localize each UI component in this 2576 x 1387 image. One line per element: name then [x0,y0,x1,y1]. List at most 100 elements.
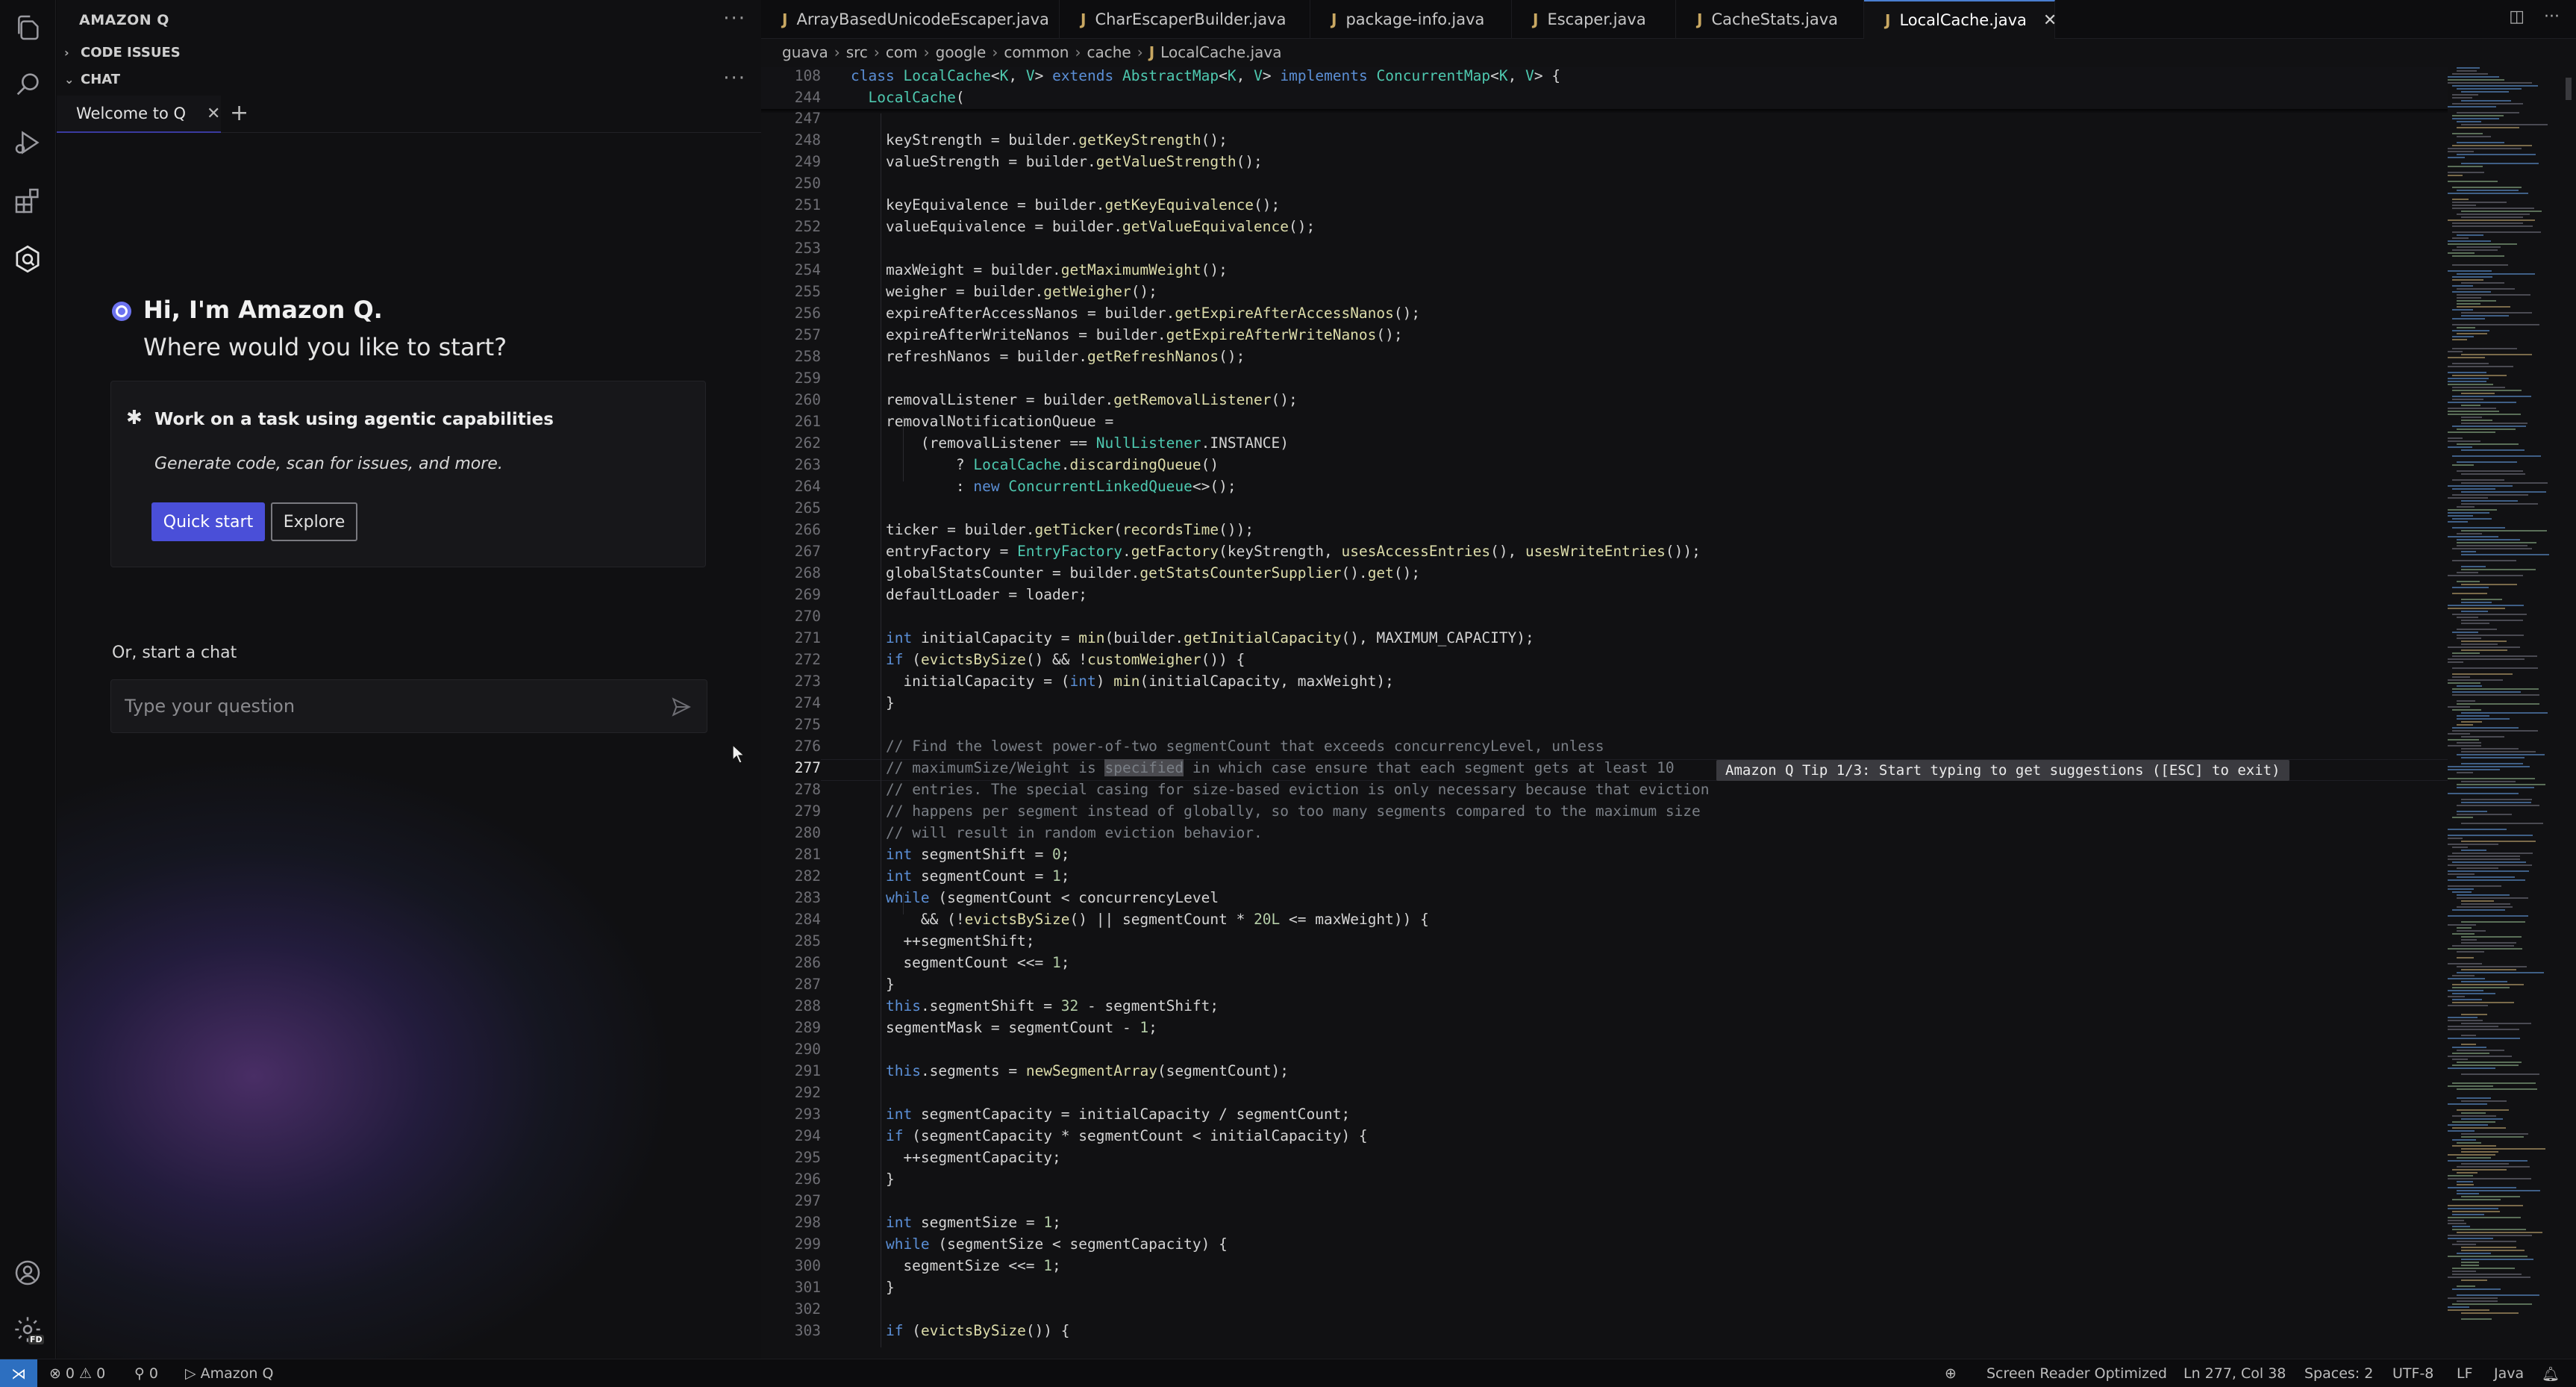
code-line[interactable]: 298 int segmentSize = 1; [761,1214,2448,1235]
code-line[interactable]: 261 removalNotificationQueue = [761,413,2448,434]
code-line[interactable]: 257 expireAfterWriteNanos = builder.getE… [761,326,2448,348]
code-line[interactable]: 266 ticker = builder.getTicker(recordsTi… [761,521,2448,543]
explore-button[interactable]: Explore [271,502,357,541]
editor-tab[interactable]: J CharEscaperBuilder.java [1060,0,1310,39]
code-line[interactable]: 297 [761,1192,2448,1214]
code-line[interactable]: 252 valueEquivalence = builder.getValueE… [761,218,2448,240]
code-line[interactable]: 248 keyStrength = builder.getKeyStrength… [761,131,2448,153]
code-line[interactable]: 244 LocalCache( [761,89,2448,110]
account-icon[interactable] [12,1257,43,1288]
code-line[interactable]: 274 } [761,694,2448,716]
code-line[interactable]: 268 globalStatsCounter = builder.getStat… [761,564,2448,586]
code-line[interactable]: 279 // happens per segment instead of gl… [761,802,2448,824]
code-line[interactable]: 258 refreshNanos = builder.getRefreshNan… [761,348,2448,370]
code-line[interactable]: 270 [761,608,2448,629]
code-line[interactable]: 295 ++segmentCapacity; [761,1149,2448,1171]
editor-tab[interactable]: Jpackage-info.java [1310,0,1512,39]
code-line[interactable]: 282 int segmentCount = 1; [761,867,2448,889]
language-mode[interactable]: Java [2494,1365,2524,1382]
code-line[interactable]: 299 while (segmentSize < segmentCapacity… [761,1235,2448,1257]
amazon-q-icon[interactable] [12,243,43,275]
code-line[interactable]: 288 this.segmentShift = 32 - segmentShif… [761,997,2448,1019]
code-line[interactable]: 283 while (segmentCount < concurrencyLev… [761,889,2448,911]
minimap[interactable] [2445,67,2561,1351]
code-line[interactable]: 291 this.segments = newSegmentArray(segm… [761,1062,2448,1084]
search-icon[interactable] [12,69,43,100]
code-line[interactable]: 262 (removalListener == NullListener.INS… [761,434,2448,456]
tab-welcome-to-q[interactable]: Welcome to Q ✕ [57,96,221,133]
code-line[interactable]: 108 class LocalCache<K, V> extends Abstra… [761,67,2448,89]
code-line[interactable]: 255 weigher = builder.getWeigher(); [761,283,2448,305]
code-line[interactable]: 250 [761,175,2448,196]
code-line[interactable]: 259 [761,370,2448,391]
breadcrumb-item[interactable]: src [846,43,868,61]
zoom-icon[interactable]: ⊕ [1945,1365,1957,1382]
code-line[interactable]: 303 if (evictsBySize()) { [761,1322,2448,1344]
new-tab-plus-icon[interactable]: + [230,100,248,126]
code-line[interactable]: 263 ? LocalCache.discardingQueue() [761,456,2448,478]
breadcrumb-item[interactable]: guava [782,43,828,61]
breadcrumb-item[interactable]: com [886,43,918,61]
editor-tab-active[interactable]: J LocalCache.java ✕ [1864,0,2057,39]
code-line[interactable]: 286 segmentCount <<= 1; [761,954,2448,976]
code-line[interactable]: 285 ++segmentShift; [761,932,2448,954]
code-line[interactable]: 292 [761,1084,2448,1106]
code-line[interactable]: 278 // entries. The special casing for s… [761,781,2448,802]
scrollbar-thumb[interactable] [2566,78,2572,100]
editor-more-icon[interactable]: ··· [2544,7,2560,26]
line-ending[interactable]: LF [2457,1365,2473,1382]
code-line[interactable]: 302 [761,1300,2448,1322]
code-line[interactable]: 267 entryFactory = EntryFactory.getFacto… [761,543,2448,564]
code-line[interactable]: 254 maxWeight = builder.getMaximumWeight… [761,261,2448,283]
code-line[interactable]: 300 segmentSize <<= 1; [761,1257,2448,1279]
encoding[interactable]: UTF-8 [2392,1365,2433,1382]
run-debug-icon[interactable] [12,127,43,158]
code-line[interactable]: 264 : new ConcurrentLinkedQueue<>(); [761,478,2448,499]
screen-reader-status[interactable]: Screen Reader Optimized [1986,1365,2167,1382]
extensions-icon[interactable] [12,185,43,216]
code-line[interactable]: 289 segmentMask = segmentCount - 1; [761,1019,2448,1041]
code-line[interactable]: 256 expireAfterAccessNanos = builder.get… [761,305,2448,326]
indentation[interactable]: Spaces: 2 [2304,1365,2373,1382]
code-line[interactable]: 287 } [761,976,2448,997]
code-line[interactable]: 253 [761,240,2448,261]
code-line[interactable]: 281 int segmentShift = 0; [761,846,2448,867]
code-line[interactable]: 293 int segmentCapacity = initialCapacit… [761,1106,2448,1127]
code-line[interactable]: 294 if (segmentCapacity * segmentCount <… [761,1127,2448,1149]
breadcrumb-item[interactable]: cache [1087,43,1131,61]
code-line[interactable]: 249 valueStrength = builder.getValueStre… [761,153,2448,175]
chat-question-input[interactable] [111,680,648,732]
breadcrumb-item[interactable]: common [1004,43,1069,61]
code-line[interactable]: 290 [761,1041,2448,1062]
close-tab-icon[interactable]: ✕ [2043,11,2057,30]
code-line[interactable]: 265 [761,499,2448,521]
remote-indicator-icon[interactable]: ⋊ [0,1359,37,1387]
section-code-issues[interactable]: › CODE ISSUES [64,45,181,60]
code-line[interactable]: 275 [761,716,2448,738]
code-line[interactable]: 296 } [761,1171,2448,1192]
code-line[interactable]: 247 [761,110,2448,131]
editor-tab[interactable]: J CacheStats.java [1676,0,1864,39]
split-editor-icon[interactable]: ◫ [2509,7,2525,26]
editor-tab[interactable]: J ArrayBasedUnicodeEscaper.java [761,0,1060,39]
code-line[interactable]: 271 int initialCapacity = min(builder.ge… [761,629,2448,651]
close-icon[interactable]: ✕ [207,105,220,123]
code-line[interactable]: 284 && (!evictsBySize() || segmentCount … [761,911,2448,932]
code-line[interactable]: 276 // Find the lowest power-of-two segm… [761,738,2448,759]
cursor-position[interactable]: Ln 277, Col 38 [2183,1365,2286,1382]
quick-start-button[interactable]: Quick start [151,502,265,541]
code-line[interactable]: 251 keyEquivalence = builder.getKeyEquiv… [761,196,2448,218]
code-line[interactable]: 272 if (evictsBySize() && !customWeigher… [761,651,2448,673]
chat-more-icon[interactable]: ··· [723,67,746,90]
amazon-q-status[interactable]: ▷ Amazon Q [185,1365,273,1382]
code-line[interactable]: 273 initialCapacity = (int) min(initialC… [761,673,2448,694]
code-line[interactable]: 269 defaultLoader = loader; [761,586,2448,608]
editor-tab[interactable]: J Escaper.java [1512,0,1676,39]
code-line[interactable]: 301 } [761,1279,2448,1300]
send-icon[interactable] [669,695,693,719]
notifications-bell-icon[interactable]: 🔔︎ [2542,1365,2560,1383]
ports-indicator[interactable]: ⚲ 0 [134,1365,158,1382]
breadcrumb-item[interactable]: google [936,43,987,61]
problems-indicator[interactable]: ⊗ 0 ⚠ 0 [49,1365,105,1382]
panel-more-icon[interactable]: ··· [723,7,746,30]
